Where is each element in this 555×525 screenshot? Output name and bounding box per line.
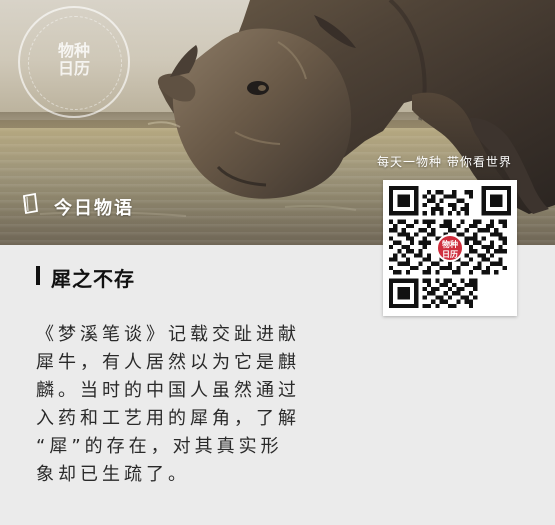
- qr-center-line-2: 日历: [442, 250, 458, 259]
- article-line-1: 《梦溪笔谈》记载交趾进献: [36, 324, 300, 345]
- stamp-main-text: 物种 日历: [20, 42, 128, 78]
- article-line-5: “犀”的存在，对其真实形: [36, 436, 283, 457]
- title-accent-bar: [36, 266, 40, 285]
- qr-code-box: 物种 日历: [383, 180, 517, 316]
- headline-box: 今日物语: [0, 186, 240, 238]
- stamp-main-line-2: 日历: [57, 59, 90, 78]
- article-line-6: 象却已生疏了。: [36, 464, 190, 485]
- book-icon: [23, 193, 38, 215]
- headline-text: 今日物语: [54, 198, 134, 219]
- qr-center-line-1: 物种: [442, 240, 458, 249]
- article-title: 犀之不存: [51, 267, 135, 291]
- stamp-main-line-1: 物种: [57, 41, 90, 60]
- qr-center-badge: 物种 日历: [436, 234, 464, 262]
- species-card: 物种 日历 每天一物种 带你看世界 今日物语 物种 日历 犀之不存 《梦溪笔谈》…: [0, 0, 555, 525]
- article-line-2: 犀牛，有人居然以为它是麒: [36, 352, 300, 373]
- calendar-stamp: 物种 日历: [18, 6, 130, 118]
- motto-text: 每天一物种 带你看世界: [377, 155, 512, 169]
- article-line-4: 入药和工艺用的犀角，了解: [36, 408, 300, 429]
- article-body: 《梦溪笔谈》记载交趾进献 犀牛，有人居然以为它是麒 麟。当时的中国人虽然通过 入…: [36, 321, 520, 489]
- article-line-3: 麟。当时的中国人虽然通过: [36, 380, 300, 401]
